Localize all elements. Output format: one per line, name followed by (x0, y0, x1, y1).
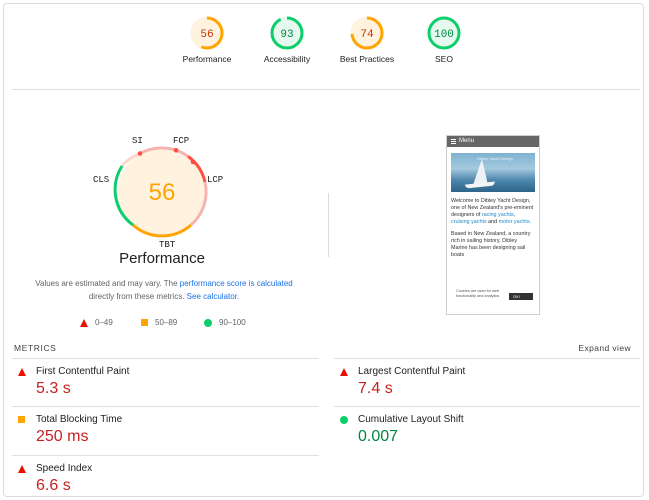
screenshot-cookie-banner: Cookies are used for web functionality a… (451, 288, 535, 306)
category-gauges: 56 Performance 93 Accessibility 74 Best … (4, 14, 645, 84)
legend-average: 50–89 (141, 318, 177, 327)
legend-average-label: 50–89 (155, 318, 178, 327)
disclaimer-text: Values are estimated and may vary. The (35, 279, 180, 288)
screenshot-paragraph-2: Based in New Zealand, a country rich in … (451, 231, 531, 258)
gauge-performance[interactable]: 56 Performance (162, 14, 252, 64)
fail-triangle-icon (340, 368, 348, 376)
metric-name: Cumulative Layout Shift (358, 414, 464, 425)
lcp-marker (190, 159, 196, 165)
average-square-icon (18, 416, 25, 423)
gauge-label-accessibility: Accessibility (263, 54, 311, 64)
vertical-divider (328, 193, 329, 257)
cookie-ok-button: OK! (509, 293, 533, 300)
metric-value: 7.4 s (358, 380, 393, 397)
triangle-icon (80, 318, 88, 327)
disclaimer: Values are estimated and may vary. The p… (24, 277, 304, 303)
hamburger-icon (451, 139, 456, 144)
cookie-text: Cookies are used for web functionality a… (456, 289, 500, 298)
disclaimer-text-mid: directly from these metrics. (88, 292, 187, 301)
legend-fail-label: 0–49 (95, 318, 113, 327)
gauge-accessibility[interactable]: 93 Accessibility (242, 14, 332, 64)
metric-name: Total Blocking Time (36, 414, 123, 425)
final-screenshot[interactable]: Menu Dibley Yacht Design Welcome to Dibl… (446, 135, 540, 315)
expand-view-toggle[interactable]: Expand view (578, 343, 631, 353)
legend-pass-label: 90–100 (219, 318, 246, 327)
gauge-label-performance: Performance (182, 54, 232, 64)
tag-si: SI (132, 136, 143, 146)
tag-tbt: TBT (159, 240, 176, 250)
performance-gauge-ring: 56 (190, 16, 224, 50)
tag-fcp: FCP (173, 136, 190, 146)
metric-divider (12, 358, 319, 359)
metric-value: 6.6 s (36, 477, 71, 494)
screenshot-hero-image: Dibley Yacht Design (451, 153, 535, 192)
score-calculated-link[interactable]: performance score is calculated (180, 279, 293, 288)
metric-divider (12, 455, 319, 456)
fcp-marker (173, 148, 179, 153)
fail-triangle-icon (18, 465, 26, 473)
legend-fail: 0–49 (80, 318, 113, 327)
gauge-seo[interactable]: 100 SEO (399, 14, 489, 64)
circle-icon (204, 318, 212, 327)
metric-name: Largest Contentful Paint (358, 366, 466, 377)
accessibility-gauge-ring: 93 (270, 16, 304, 50)
screenshot-menu-bar: Menu (447, 136, 539, 147)
metric-value: 5.3 s (36, 380, 71, 397)
tag-cls: CLS (93, 175, 110, 185)
screenshot-paragraph-1: Welcome to Dibley Yacht Design, one of N… (451, 198, 534, 225)
legend-pass: 90–100 (204, 318, 246, 327)
divider (12, 89, 640, 90)
metric-name: Speed Index (36, 463, 93, 474)
boat-hull (464, 181, 496, 189)
metric-value: 0.007 (358, 428, 399, 445)
seo-gauge-ring: 100 (427, 16, 461, 50)
metric-divider (334, 358, 640, 359)
metric-divider (12, 406, 319, 407)
metric-name: First Contentful Paint (36, 366, 130, 377)
main-gauge-title: Performance (119, 250, 205, 267)
main-performance-score: 56 (149, 179, 176, 206)
metrics-header: METRICS (14, 343, 57, 353)
tag-lcp: LCP (207, 175, 224, 185)
screenshot-menu-label: Menu (459, 138, 475, 144)
fail-triangle-icon (18, 368, 26, 376)
sailboat-icon (473, 159, 488, 185)
performance-score: 56 (200, 29, 213, 41)
seo-score: 100 (434, 29, 454, 41)
see-calculator-link[interactable]: See calculator. (187, 292, 239, 301)
score-legend: 0–49 50–89 90–100 (80, 318, 280, 330)
best-practices-score: 74 (360, 29, 374, 41)
accessibility-score: 93 (280, 29, 293, 41)
gauge-label-seo: SEO (435, 54, 453, 64)
report-panel: 56 Performance 93 Accessibility 74 Best … (3, 3, 644, 497)
pass-circle-icon (340, 416, 348, 424)
best-practices-gauge-ring: 74 (350, 16, 384, 50)
si-marker (137, 151, 143, 156)
screenshot-body: Welcome to Dibley Yacht Design, one of N… (451, 198, 535, 264)
metric-value: 250 ms (36, 428, 89, 445)
metric-divider (334, 406, 640, 407)
square-icon (141, 319, 148, 326)
